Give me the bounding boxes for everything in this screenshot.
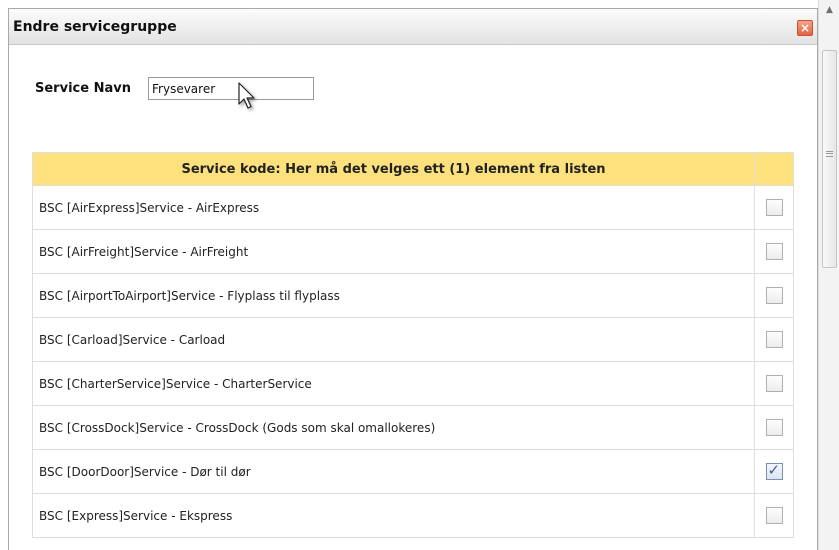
service-code-table: Service kode: Her må det velges ett (1) … <box>32 152 794 538</box>
service-checkbox[interactable] <box>765 419 783 436</box>
service-checkbox[interactable] <box>765 507 783 524</box>
service-checkbox[interactable] <box>765 199 783 216</box>
edit-service-group-dialog: Endre servicegruppe × Service Navn Servi… <box>8 8 818 550</box>
table-row: BSC [DoorDoor]Service - Dør til dør <box>32 449 794 494</box>
checkbox-column-header <box>754 152 794 186</box>
service-checkbox[interactable] <box>765 331 783 348</box>
service-label: BSC [Carload]Service - Carload <box>32 317 755 362</box>
grip-icon <box>826 151 833 157</box>
service-label: BSC [DoorDoor]Service - Dør til dør <box>32 449 755 494</box>
service-name-input[interactable] <box>148 77 314 100</box>
service-checkbox[interactable] <box>765 243 783 260</box>
table-row: BSC [CharterService]Service - CharterSer… <box>32 361 794 406</box>
service-checkbox[interactable] <box>765 461 783 480</box>
table-row: BSC [AirExpress]Service - AirExpress <box>32 185 794 230</box>
vertical-scrollbar[interactable]: ▲ <box>818 0 839 550</box>
service-label: BSC [AirExpress]Service - AirExpress <box>32 185 755 230</box>
table-row: BSC [AirportToAirport]Service - Flyplass… <box>32 273 794 318</box>
service-label: BSC [CrossDock]Service - CrossDock (Gods… <box>32 405 755 450</box>
scroll-up-arrow-icon[interactable]: ▲ <box>819 0 839 20</box>
table-row: BSC [Carload]Service - Carload <box>32 317 794 362</box>
table-row: BSC [AirFreight]Service - AirFreight <box>32 229 794 274</box>
close-icon[interactable]: × <box>797 20 813 36</box>
table-header-row: Service kode: Her må det velges ett (1) … <box>32 152 794 186</box>
table-row: BSC [Express]Service - Ekspress <box>32 493 794 538</box>
service-label: BSC [Express]Service - Ekspress <box>32 493 755 538</box>
service-checkbox[interactable] <box>765 375 783 392</box>
scrollbar-thumb[interactable] <box>822 50 837 268</box>
service-label: BSC [AirFreight]Service - AirFreight <box>32 229 755 274</box>
dialog-titlebar[interactable]: Endre servicegruppe × <box>9 9 817 45</box>
table-row: BSC [CrossDock]Service - CrossDock (Gods… <box>32 405 794 450</box>
service-code-header: Service kode: Her må det velges ett (1) … <box>32 152 755 186</box>
dialog-title: Endre servicegruppe <box>13 19 177 35</box>
service-label: BSC [CharterService]Service - CharterSer… <box>32 361 755 406</box>
mouse-pointer-icon <box>238 82 255 109</box>
service-label: BSC [AirportToAirport]Service - Flyplass… <box>32 273 755 318</box>
service-name-label: Service Navn <box>35 81 131 96</box>
service-checkbox[interactable] <box>765 287 783 304</box>
